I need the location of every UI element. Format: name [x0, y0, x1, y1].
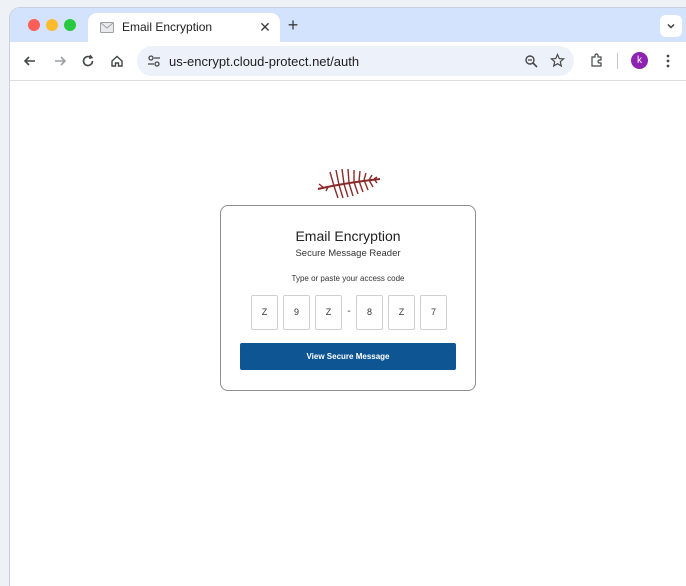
code-char-input-3[interactable]: Z: [315, 295, 342, 330]
code-char-input-6[interactable]: 7: [420, 295, 447, 330]
tab-email-encryption[interactable]: Email Encryption ✕: [88, 13, 280, 42]
close-window-button[interactable]: [28, 19, 40, 31]
code-char-input-1[interactable]: Z: [251, 295, 278, 330]
page-title: Email Encryption: [295, 228, 401, 244]
reload-icon[interactable]: [78, 51, 98, 71]
home-icon[interactable]: [107, 51, 127, 71]
code-char-input-5[interactable]: Z: [388, 295, 415, 330]
close-icon[interactable]: ✕: [256, 18, 274, 36]
back-icon[interactable]: [20, 51, 40, 71]
view-secure-message-button[interactable]: View Secure Message: [240, 343, 456, 370]
browser-window: Email Encryption ✕ + us-encrypt.cloud-pr…: [10, 8, 686, 586]
code-char-input-4[interactable]: 8: [356, 295, 383, 330]
avatar[interactable]: k: [631, 52, 648, 69]
access-code-card: Email Encryption Secure Message Reader T…: [220, 205, 476, 391]
site-info-icon[interactable]: [147, 54, 161, 68]
code-char-input-2[interactable]: 9: [283, 295, 310, 330]
tab-search-button[interactable]: [660, 15, 682, 37]
more-menu-icon[interactable]: [658, 51, 678, 71]
code-prompt: Type or paste your access code: [291, 274, 405, 283]
chevron-down-icon: [667, 23, 675, 29]
maximize-window-button[interactable]: [64, 19, 76, 31]
zoom-icon[interactable]: [524, 54, 538, 68]
page-content: Email Encryption Secure Message Reader T…: [10, 81, 686, 586]
toolbar: us-encrypt.cloud-protect.net/auth k: [10, 42, 686, 81]
new-tab-button[interactable]: +: [284, 16, 302, 34]
tab-strip: Email Encryption ✕ +: [10, 8, 686, 42]
mail-icon: [100, 22, 114, 33]
toolbar-divider: [617, 53, 618, 69]
minimize-window-button[interactable]: [46, 19, 58, 31]
tab-title: Email Encryption: [122, 20, 213, 34]
fern-logo-icon: [317, 168, 381, 199]
url-text[interactable]: us-encrypt.cloud-protect.net/auth: [169, 54, 359, 69]
extensions-icon[interactable]: [586, 51, 606, 71]
page-subtitle: Secure Message Reader: [295, 248, 401, 259]
code-separator: -: [347, 306, 351, 317]
bookmark-star-icon[interactable]: [550, 53, 565, 68]
address-bar[interactable]: us-encrypt.cloud-protect.net/auth: [137, 46, 574, 76]
forward-icon[interactable]: [50, 51, 70, 71]
